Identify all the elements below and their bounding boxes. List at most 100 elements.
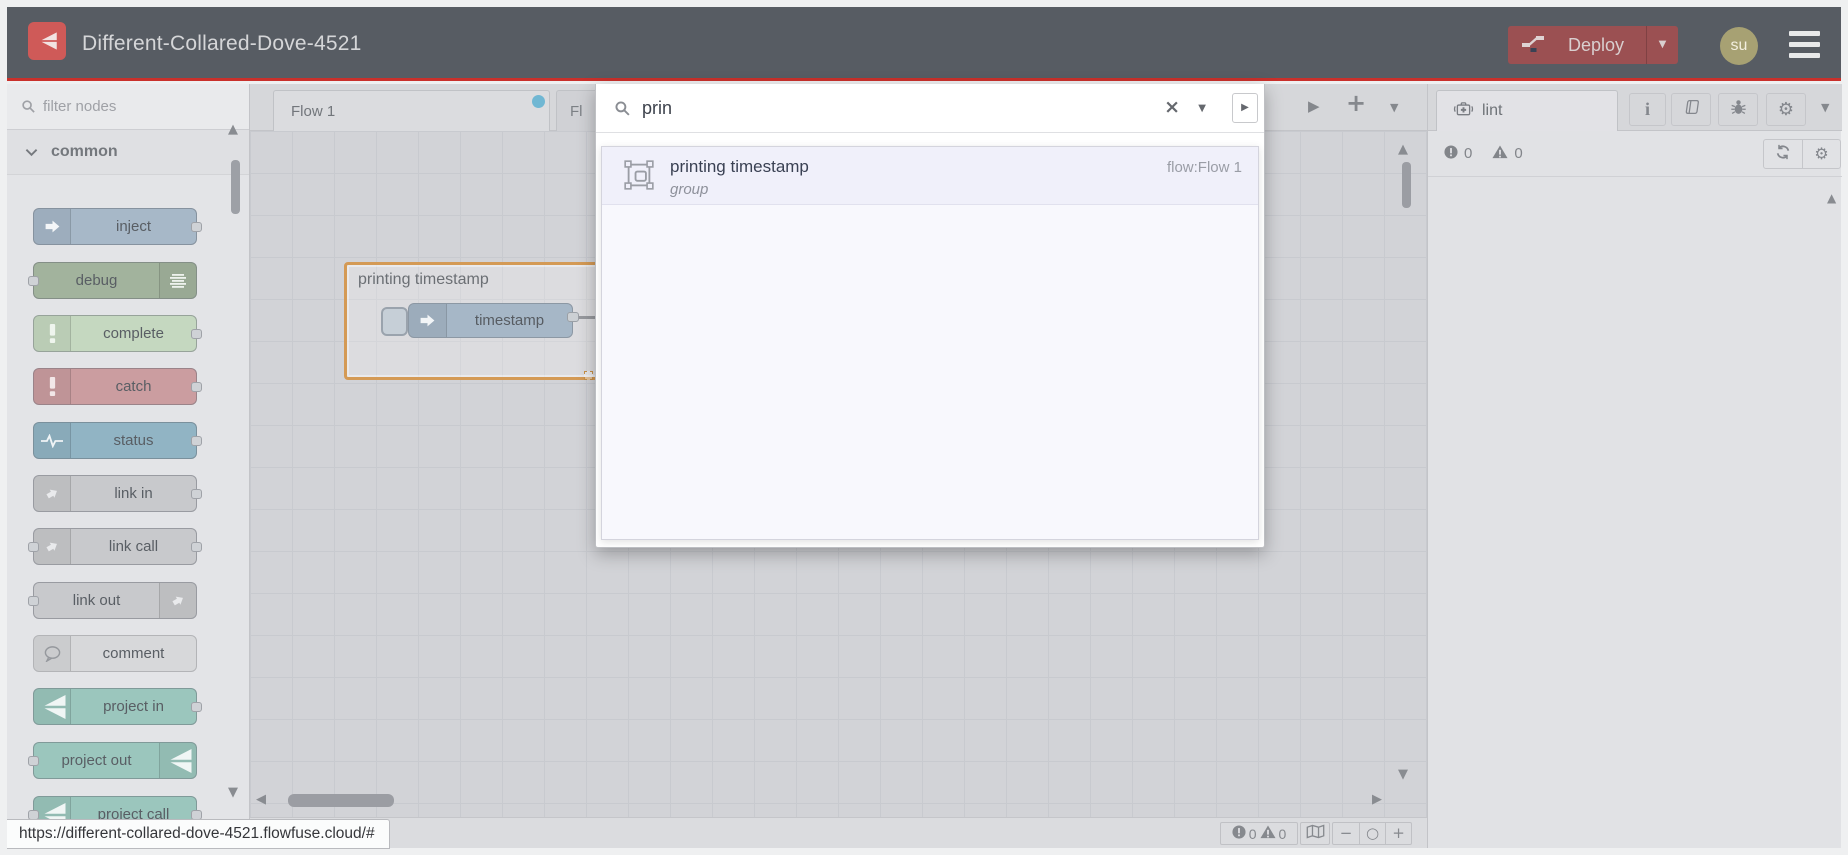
canvas-vscrollbar-thumb[interactable] [1402, 162, 1411, 208]
palette-node-link-in[interactable]: link in [33, 475, 202, 512]
palette-node-inject[interactable]: inject [33, 208, 202, 245]
palette-node-complete[interactable]: complete [33, 315, 202, 352]
deploy-icon [1522, 35, 1546, 55]
node-input-port[interactable] [28, 275, 39, 286]
palette-node-comment[interactable]: comment [33, 635, 197, 672]
sidebar-scroll-up-icon[interactable]: ▲ [1827, 192, 1836, 204]
node-output-port[interactable] [191, 328, 202, 339]
canvas-scroll-up-icon[interactable]: ▲ [1398, 143, 1408, 156]
inject-trigger-button[interactable] [381, 307, 408, 336]
node-input-port[interactable] [28, 541, 39, 552]
palette-node-label: comment [102, 645, 165, 662]
inject-node-timestamp[interactable]: timestamp [408, 303, 573, 338]
search-result-row[interactable]: printing timestamp group flow:Flow 1 [602, 147, 1258, 205]
palette-node-project-in[interactable]: project in [33, 688, 202, 725]
sidebar-tabs-caret[interactable]: ▼ [1821, 102, 1829, 113]
palette-node-label: complete [103, 325, 164, 342]
deploy-label: Deploy [1567, 34, 1625, 55]
palette-node-icon-strip [34, 316, 71, 351]
zoom-reset-button[interactable]: ○ [1359, 823, 1385, 844]
browser-status-url: https://different-collared-dove-4521.flo… [7, 819, 390, 849]
palette-node-icon-strip [34, 689, 71, 724]
palette-node-label: project in [103, 698, 164, 715]
zoom-out-button[interactable]: − [1333, 823, 1359, 844]
group-resize-handle[interactable] [584, 371, 593, 380]
error-icon [1232, 825, 1246, 842]
palette-node-link-call[interactable]: link call [28, 528, 202, 565]
canvas-scroll-left-icon[interactable]: ◀ [256, 793, 266, 806]
config-tab-button[interactable]: ⚙ [1766, 93, 1806, 126]
palette-filter[interactable] [7, 84, 249, 130]
flowfuse-logo-icon[interactable] [28, 22, 66, 60]
node-output-port[interactable] [567, 312, 579, 322]
main-menu-button[interactable] [1789, 31, 1820, 58]
palette-node-catch[interactable]: catch [33, 368, 202, 405]
palette-node-label: catch [115, 378, 152, 395]
palette-node-status[interactable]: status [33, 422, 202, 459]
canvas-scroll-right-icon[interactable]: ▶ [1372, 793, 1382, 806]
palette-node-label: status [113, 432, 154, 449]
chevron-down-icon [25, 148, 38, 157]
canvas-scroll-down-icon[interactable]: ▼ [1398, 768, 1408, 781]
warning-icon [1259, 825, 1276, 842]
palette-node-debug[interactable]: debug [28, 262, 197, 299]
palette-filter-input[interactable] [43, 98, 223, 115]
search-next-button[interactable]: ▶ [1232, 93, 1258, 123]
node-output-port[interactable] [191, 701, 202, 712]
info-tab-button[interactable]: i [1629, 93, 1666, 126]
palette-scrollbar-thumb[interactable] [231, 160, 240, 214]
node-output-port[interactable] [191, 435, 202, 446]
canvas-notification-counts[interactable]: 0 0 [1220, 822, 1298, 845]
palette-scroll-down-icon[interactable]: ▼ [228, 786, 238, 799]
lint-settings-button[interactable]: ⚙ [1802, 140, 1840, 168]
help-tab-button[interactable] [1671, 93, 1711, 126]
palette-node-label: link call [108, 538, 159, 555]
palette-node-icon-strip [34, 369, 71, 404]
palette-scroll-up-icon[interactable]: ▲ [228, 123, 238, 136]
clear-search-icon[interactable]: × [1164, 98, 1180, 117]
unsaved-changes-dot [532, 95, 545, 108]
palette-node-project-out[interactable]: project out [28, 742, 197, 779]
lint-refresh-button[interactable] [1764, 140, 1802, 168]
node-output-port[interactable] [191, 541, 202, 552]
debug-tab-button[interactable] [1718, 93, 1758, 126]
node-output-port[interactable] [191, 488, 202, 499]
search-result-title: printing timestamp [670, 157, 809, 176]
palette-node-label: link in [114, 485, 153, 502]
zoom-controls: − ○ + [1332, 822, 1412, 845]
palette-node-link-out[interactable]: link out [28, 582, 197, 619]
palette-category-common[interactable]: common [7, 130, 249, 175]
palette-node-label: link out [72, 592, 121, 609]
node-input-port[interactable] [28, 595, 39, 606]
search-input[interactable]: prin × ▼ ▶ [596, 84, 1264, 133]
tab-flow-1[interactable]: Flow 1 [273, 90, 550, 131]
node-input-port[interactable] [28, 809, 39, 820]
flow-list-caret[interactable]: ▼ [1390, 102, 1398, 113]
user-avatar[interactable]: su [1720, 27, 1758, 65]
palette-node-icon-strip [159, 743, 196, 778]
comment-bubble-icon [43, 645, 62, 662]
node-output-port[interactable] [191, 381, 202, 392]
search-result-location: flow:Flow 1 [1166, 159, 1242, 176]
search-icon [21, 99, 36, 114]
canvas-footer-bar: 0 0 − ○ + [250, 817, 1427, 848]
canvas-hscrollbar-thumb[interactable] [288, 794, 394, 807]
tab-label: Flow 1 [291, 103, 336, 120]
add-flow-button[interactable]: + [1346, 91, 1366, 115]
zoom-in-button[interactable]: + [1385, 823, 1411, 844]
deploy-button[interactable]: Deploy ▼ [1508, 26, 1678, 64]
palette-node-icon-strip [159, 263, 196, 298]
navigator-map-button[interactable] [1300, 822, 1330, 845]
sidebar-tab-lint[interactable]: lint [1436, 90, 1618, 131]
search-query-text: prin [642, 97, 673, 118]
error-icon [1444, 144, 1458, 163]
search-options-caret[interactable]: ▼ [1198, 104, 1206, 114]
node-input-port[interactable] [28, 755, 39, 766]
lint-actions: ⚙ [1763, 139, 1841, 169]
bug-icon [1730, 99, 1747, 121]
node-output-port[interactable] [191, 809, 202, 820]
run-flows-icon[interactable]: ▶ [1308, 99, 1320, 114]
node-output-port[interactable] [191, 221, 202, 232]
map-icon [1306, 824, 1325, 844]
deploy-options-caret[interactable]: ▼ [1646, 26, 1678, 64]
